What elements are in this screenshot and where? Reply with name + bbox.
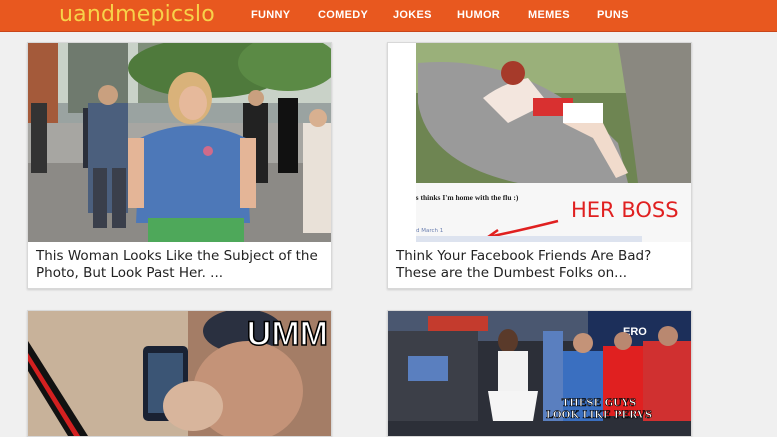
nav-jokes[interactable]: JOKES <box>393 0 432 31</box>
article-card[interactable]: Boss thinks I'm home with the flu :) HER… <box>387 42 692 289</box>
article-title[interactable]: Think Your Facebook Friends Are Bad? The… <box>396 248 683 282</box>
nav-puns[interactable]: PUNS <box>597 0 629 31</box>
expo-crowd-photo: ERO THESE GUYS LOOK LIKE PERVS <box>388 311 691 436</box>
nav-funny[interactable]: FUNNY <box>251 0 290 31</box>
article-thumbnail[interactable]: Boss thinks I'm home with the flu :) HER… <box>388 43 691 242</box>
article-card[interactable]: ERO THESE GUYS LOOK LIKE PERVS <box>387 310 692 437</box>
article-thumbnail[interactable]: UMM <box>28 311 331 436</box>
nav-comedy[interactable]: COMEDY <box>318 0 368 31</box>
selfie-meme-photo: UMM <box>28 311 331 436</box>
annotation-text: HER BOSS <box>571 198 679 222</box>
meme-caption-line1: THESE GUYS <box>562 398 636 409</box>
top-navbar: uandmepicslo FUNNY COMEDY JOKES HUMOR ME… <box>0 0 777 32</box>
street-crowd-photo <box>28 43 331 242</box>
meme-caption-line2: LOOK LIKE PERVS <box>546 410 652 421</box>
article-card[interactable]: This Woman Looks Like the Subject of the… <box>27 42 332 289</box>
article-thumbnail[interactable]: ERO THESE GUYS LOOK LIKE PERVS <box>388 311 691 436</box>
article-thumbnail[interactable] <box>28 43 331 242</box>
article-title[interactable]: This Woman Looks Like the Subject of the… <box>36 248 323 282</box>
meme-overlay-text: UMM <box>247 315 328 353</box>
facebook-post-screenshot: Boss thinks I'm home with the flu :) HER… <box>388 43 691 242</box>
nav-memes[interactable]: MEMES <box>528 0 570 31</box>
site-logo[interactable]: uandmepicslo <box>59 1 215 29</box>
nav-humor[interactable]: HUMOR <box>457 0 500 31</box>
post-text: Boss thinks I'm home with the flu :) <box>404 193 519 202</box>
article-card[interactable]: UMM <box>27 310 332 437</box>
